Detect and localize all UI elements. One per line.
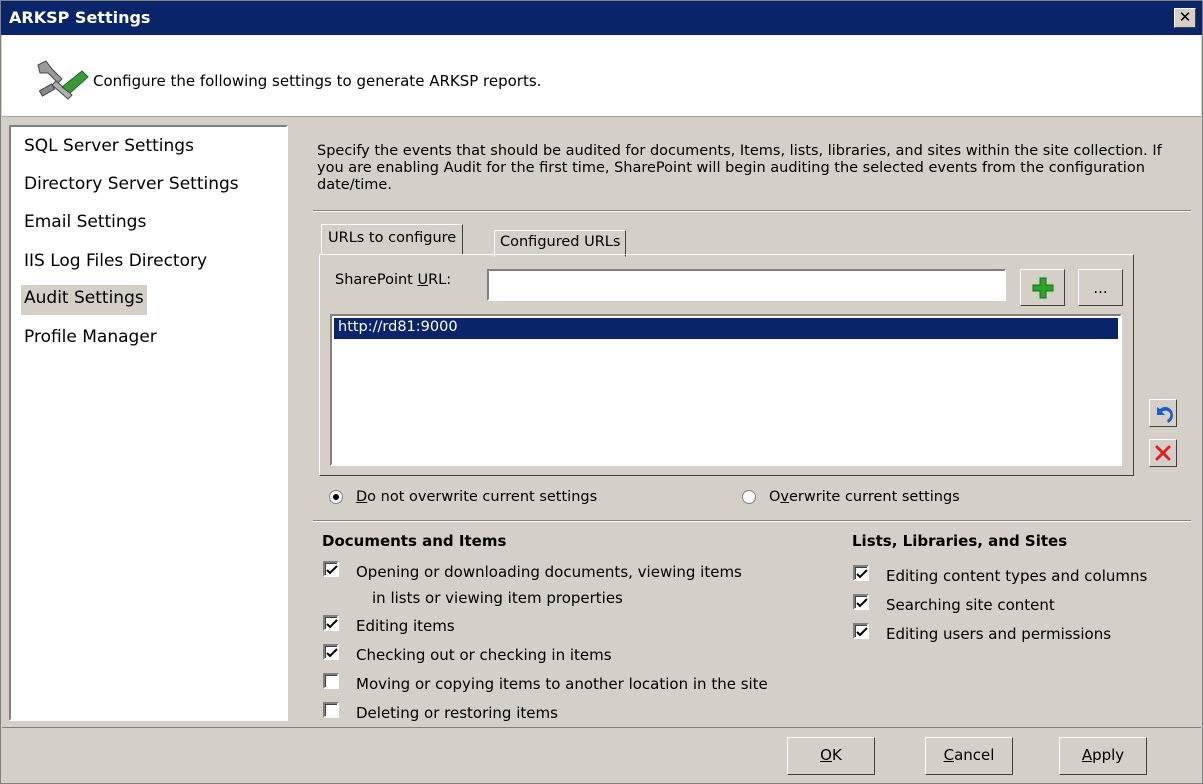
browse-button[interactable]: ... [1078, 269, 1123, 306]
lists-libraries-sites-title: Lists, Libraries, and Sites [852, 532, 1068, 550]
nav-item-email-settings[interactable]: Email Settings [21, 209, 149, 239]
editing-users-permissions-label[interactable]: Editing users and permissions [886, 624, 1111, 644]
radio-overwrite-label[interactable]: Overwrite current settings [769, 489, 960, 505]
radio-dot [333, 494, 339, 500]
checkbox-checking-out-in[interactable] [323, 644, 339, 660]
moving-copying-label[interactable]: Moving or copying items to another locat… [356, 674, 768, 694]
list-item[interactable]: http://rd81:9000 [334, 318, 1118, 339]
separator-middle [313, 520, 1191, 522]
header-text: Configure the following settings to gene… [93, 72, 542, 90]
check-icon [856, 598, 868, 608]
nav-item-iis-log-files-directory[interactable]: IIS Log Files Directory [21, 248, 210, 278]
tab-configured-urls[interactable]: Configured URLs [494, 230, 627, 257]
plus-icon [1032, 277, 1054, 299]
nav-item-sql-server-settings[interactable]: SQL Server Settings [21, 133, 197, 163]
check-icon [326, 648, 338, 658]
close-button[interactable]: ✕ [1174, 8, 1196, 28]
check-icon [326, 565, 338, 575]
apply-button[interactable]: Apply [1059, 737, 1147, 775]
checkbox-opening-downloading[interactable] [323, 561, 339, 577]
tools-icon [37, 60, 89, 100]
window-title: ARKSP Settings [9, 8, 151, 27]
documents-and-items-title: Documents and Items [322, 532, 507, 550]
undo-icon [1157, 406, 1173, 423]
opening-downloading-label[interactable]: Opening or downloading documents, viewin… [356, 562, 742, 582]
check-icon [856, 627, 868, 637]
checkbox-editing-content-types[interactable] [853, 565, 869, 581]
nav-item-profile-manager[interactable]: Profile Manager [21, 324, 160, 354]
nav-item-audit-settings[interactable]: Audit Settings [21, 285, 147, 315]
checkbox-editing-users-permissions[interactable] [853, 623, 869, 639]
url-list[interactable]: http://rd81:9000 [330, 314, 1122, 466]
delete-button[interactable] [1149, 439, 1177, 467]
title-bar[interactable]: ARKSP Settings ✕ [1, 1, 1202, 35]
nav-item-directory-server-settings[interactable]: Directory Server Settings [21, 171, 242, 201]
checkbox-deleting-restoring[interactable] [323, 702, 339, 718]
deleting-restoring-label[interactable]: Deleting or restoring items [356, 703, 558, 723]
radio-do-not-overwrite-label[interactable]: Do not overwrite current settings [356, 489, 597, 505]
settings-nav: SQL Server Settings Directory Server Set… [9, 125, 288, 721]
delete-icon [1155, 445, 1171, 461]
add-url-button[interactable] [1020, 269, 1065, 306]
searching-site-content-label[interactable]: Searching site content [886, 595, 1055, 615]
radio-overwrite[interactable] [742, 490, 756, 504]
checkbox-moving-copying[interactable] [323, 673, 339, 689]
separator-top [313, 210, 1191, 212]
sharepoint-url-label: SharePoint URL: [335, 272, 452, 288]
audit-description: Specify the events that should be audite… [317, 143, 1162, 193]
undo-button[interactable] [1149, 399, 1177, 427]
header-banner: Configure the following settings to gene… [2, 35, 1201, 117]
check-icon [856, 569, 868, 579]
checkbox-searching-site-content[interactable] [853, 594, 869, 610]
editing-content-types-label[interactable]: Editing content types and columns [886, 566, 1147, 586]
check-icon [326, 619, 338, 629]
radio-do-not-overwrite[interactable] [329, 490, 343, 504]
checking-out-in-label[interactable]: Checking out or checking in items [356, 645, 612, 665]
settings-window: ARKSP Settings ✕ Configure the following… [0, 0, 1203, 784]
opening-downloading-label-line2[interactable]: in lists or viewing item properties [372, 588, 623, 608]
sharepoint-url-input[interactable] [487, 269, 1006, 301]
editing-items-label[interactable]: Editing items [356, 616, 455, 636]
tab-urls-to-configure[interactable]: URLs to configure [321, 224, 464, 255]
button-bar [2, 727, 1201, 783]
checkbox-editing-items[interactable] [323, 615, 339, 631]
ok-button[interactable]: OK [787, 737, 875, 775]
cancel-button[interactable]: Cancel [925, 737, 1013, 775]
